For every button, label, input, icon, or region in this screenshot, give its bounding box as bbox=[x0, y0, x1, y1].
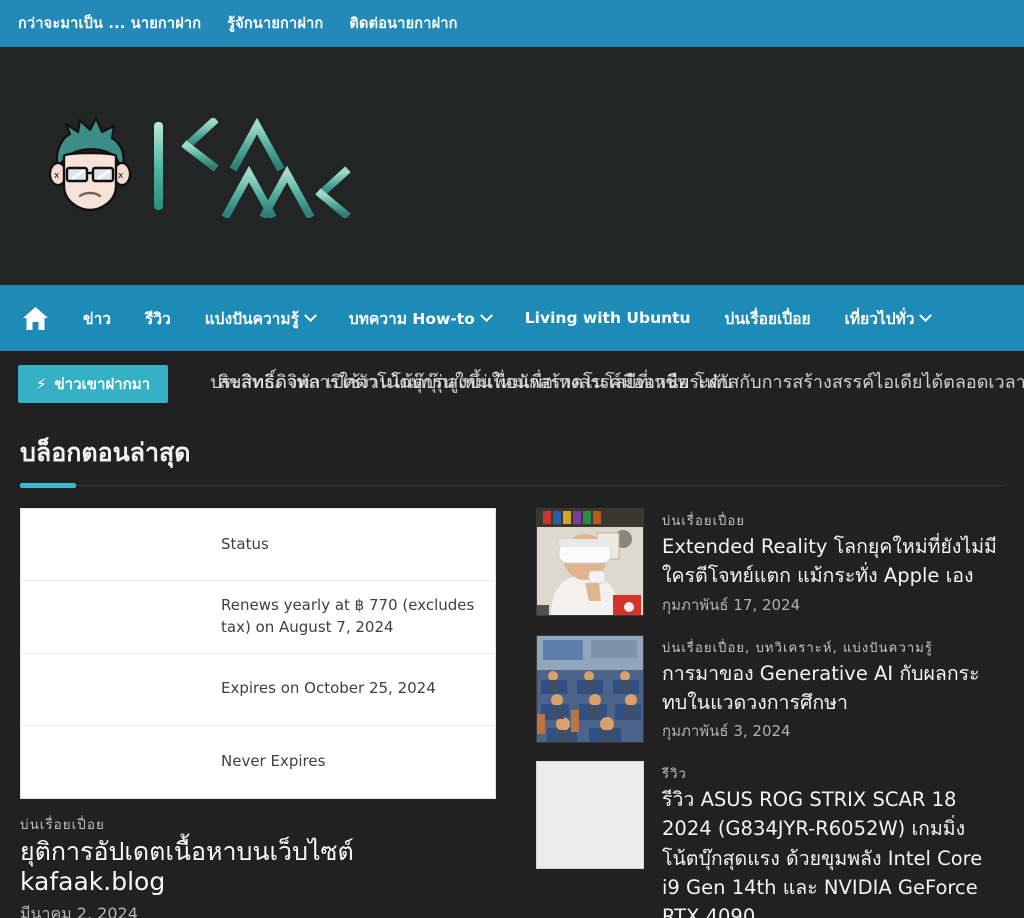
topbar-link-contact[interactable]: ติดต่อนายกาฝาก bbox=[349, 12, 457, 35]
nav-item-label: แบ่งปันความรู้ bbox=[204, 309, 299, 328]
nav-item-label: บ่นเรื่อยเปื่อย bbox=[724, 309, 811, 328]
logo-accent-bar bbox=[154, 122, 163, 210]
content-grid: Status Renews yearly at ฿ 770 (excludes … bbox=[20, 508, 1004, 918]
nav-item-label: ข่าว bbox=[83, 309, 112, 328]
featured-post: Status Renews yearly at ฿ 770 (excludes … bbox=[20, 508, 506, 918]
topbar-link-about-origin[interactable]: กว่าจะมาเป็น ... นายกาฝาก bbox=[18, 12, 201, 35]
nav-item-living-with-ubuntu[interactable]: Living with Ubuntu bbox=[525, 309, 691, 327]
ticker-headline-incoming[interactable]: ลิขสิทธิ์ดิจิทัล เปิดตัวโน้ตบุ๊กรุ่นใหม่… bbox=[218, 367, 1024, 396]
post-body: บ่นเรื่อยเปื่อย, บทวิเคราะห์, แบ่งปันควา… bbox=[662, 635, 1004, 744]
post-date: กุมภาพันธ์ 17, 2024 bbox=[662, 595, 801, 614]
nav-item-label: เที่ยวไปทั่ว bbox=[844, 309, 915, 328]
post-date: กุมภาพันธ์ 3, 2024 bbox=[662, 722, 791, 740]
table-cell-value: Never Expires bbox=[221, 751, 326, 770]
nav-item-news[interactable]: ข่าว bbox=[83, 306, 111, 331]
nav-item-label: รีวิว bbox=[145, 309, 171, 328]
list-item: บ่นเรื่อยเปื่อย, บทวิเคราะห์, แบ่งปันควา… bbox=[536, 634, 1004, 744]
table-row: Renews yearly at ฿ 770 (excludes tax) on… bbox=[21, 581, 495, 654]
post-title[interactable]: การมาของ Generative AI กับผลกระทบในแวดวง… bbox=[662, 659, 1004, 718]
table-row: Expires on October 25, 2024 bbox=[21, 654, 495, 726]
table-cell-value: Renews yearly at ฿ 770 (excludes tax) on… bbox=[221, 596, 475, 636]
post-category[interactable]: บ่นเรื่อยเปื่อย, บทวิเคราะห์, แบ่งปันควา… bbox=[662, 637, 1004, 658]
table-cell-value: Status bbox=[221, 534, 269, 553]
main-navigation: ข่าว รีวิว แบ่งปันความรู้ บทความ How-to … bbox=[0, 285, 1024, 351]
chevron-down-icon bbox=[304, 308, 317, 322]
nav-item-share-knowledge[interactable]: แบ่งปันความรู้ bbox=[204, 306, 317, 331]
home-icon bbox=[22, 306, 49, 331]
chevron-down-icon bbox=[479, 308, 493, 322]
post-thumbnail-classroom[interactable] bbox=[536, 634, 644, 743]
featured-category[interactable]: บ่นเรื่อยเปื่อย bbox=[20, 813, 506, 835]
svg-text:x: x bbox=[118, 171, 124, 181]
post-title[interactable]: Extended Reality โลกยุคใหม่ที่ยังไม่มีใค… bbox=[662, 532, 1004, 591]
logo-wordmark bbox=[179, 118, 351, 218]
table-cell-value: Expires on October 25, 2024 bbox=[221, 679, 436, 698]
ticker-badge-label: ข่าวเขาฝากมา bbox=[54, 375, 151, 393]
ticker-badge[interactable]: ⚡ ข่าวเขาฝากมา bbox=[18, 365, 169, 403]
section-underline bbox=[20, 483, 1004, 488]
news-ticker: ⚡ ข่าวเขาฝากมา ประสิทธิภาพการใช้งานโน้ตบ… bbox=[0, 351, 1024, 417]
topbar-link-about[interactable]: รู้จักนายกาฝาก bbox=[227, 12, 323, 35]
post-category[interactable]: บ่นเรื่อยเปื่อย bbox=[662, 510, 1004, 531]
nav-item-label: Living with Ubuntu bbox=[524, 309, 691, 327]
post-title[interactable]: รีวิว ASUS ROG STRIX SCAR 18 2024 (G834J… bbox=[662, 785, 1004, 918]
chevron-down-icon bbox=[919, 308, 933, 322]
list-item: รีวิว รีวิว ASUS ROG STRIX SCAR 18 2024 … bbox=[536, 761, 1004, 918]
latest-blog-section: บล็อกตอนล่าสุด Status Renews yearly at ฿… bbox=[0, 417, 1024, 918]
post-thumbnail-placeholder[interactable] bbox=[536, 761, 644, 869]
post-list: บ่นเรื่อยเปื่อย Extended Reality โลกยุคใ… bbox=[536, 508, 1004, 918]
section-title: บล็อกตอนล่าสุด bbox=[20, 438, 191, 467]
table-row: Status bbox=[21, 509, 495, 581]
nav-item-travel[interactable]: เที่ยวไปทั่ว bbox=[844, 306, 933, 331]
post-thumbnail-vr-headset[interactable] bbox=[536, 508, 644, 616]
site-masthead: x x bbox=[0, 47, 1024, 285]
nav-item-ramblings[interactable]: บ่นเรื่อยเปื่อย bbox=[725, 306, 811, 331]
nav-item-review[interactable]: รีวิว bbox=[145, 306, 171, 331]
featured-screenshot-table[interactable]: Status Renews yearly at ฿ 770 (excludes … bbox=[20, 508, 496, 799]
post-body: บ่นเรื่อยเปื่อย Extended Reality โลกยุคใ… bbox=[662, 508, 1004, 617]
nav-item-label: บทความ How-to bbox=[348, 309, 475, 328]
list-item: บ่นเรื่อยเปื่อย Extended Reality โลกยุคใ… bbox=[536, 508, 1004, 617]
site-logo[interactable]: x x bbox=[36, 111, 351, 221]
nav-item-home[interactable] bbox=[22, 306, 49, 331]
ticker-track: ประสิทธิภาพการใช้งานโน้ตบุ๊กสูงขึ้นใหม่เ… bbox=[210, 364, 1024, 404]
lightning-bolt-icon: ⚡ bbox=[36, 374, 47, 393]
svg-text:x: x bbox=[54, 171, 60, 181]
mascot-avatar-icon: x x bbox=[36, 112, 144, 220]
table-row: Never Expires bbox=[21, 726, 495, 798]
nav-item-howto[interactable]: บทความ How-to bbox=[348, 306, 493, 331]
post-body: รีวิว รีวิว ASUS ROG STRIX SCAR 18 2024 … bbox=[662, 761, 1004, 918]
top-utility-bar: กว่าจะมาเป็น ... นายกาฝาก รู้จักนายกาฝาก… bbox=[0, 0, 1024, 47]
featured-date: มีนาคม 2, 2024 bbox=[20, 903, 138, 918]
post-category[interactable]: รีวิว bbox=[662, 763, 1004, 784]
featured-title[interactable]: ยุติการอัปเดตเนื้อหาบนเว็บไซต์ kafaak.bl… bbox=[20, 837, 506, 897]
